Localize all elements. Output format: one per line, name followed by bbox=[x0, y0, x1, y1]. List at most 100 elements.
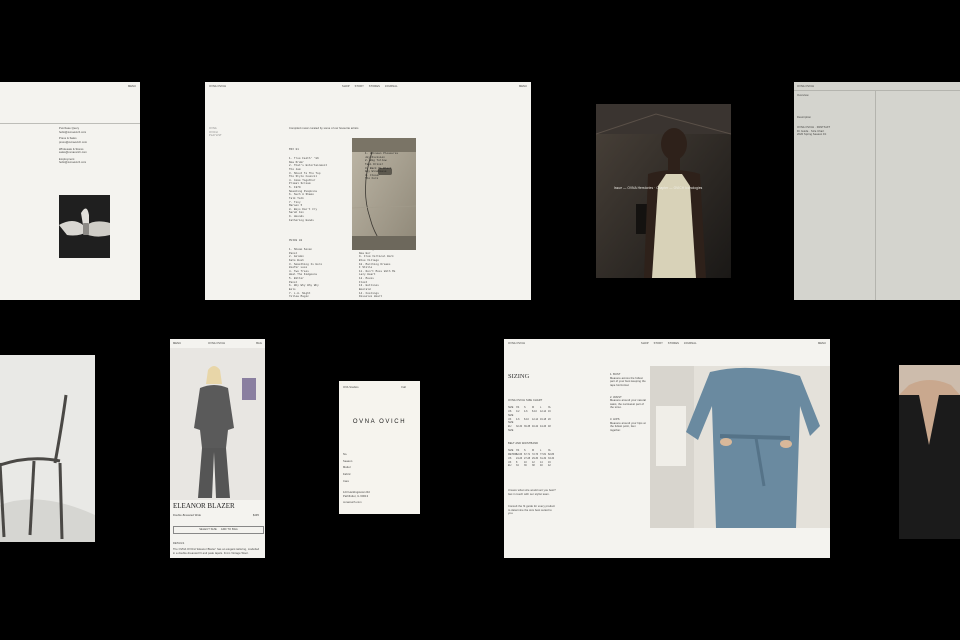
table-cell: 36-38 bbox=[524, 425, 531, 429]
nav-stores[interactable]: STORES bbox=[369, 85, 380, 88]
menu-link[interactable]: MENU bbox=[128, 85, 136, 89]
tag-top-left: OVA Studios bbox=[343, 386, 359, 389]
blue-dress-photo bbox=[650, 366, 830, 528]
table-cell: EU bbox=[508, 464, 512, 468]
table-cell: 12-14 bbox=[532, 417, 539, 421]
track[interactable]: Fathering Hands bbox=[289, 219, 349, 223]
contact-block: Purchase Query hello@ovnaovich.com bbox=[59, 127, 129, 134]
table-cell: UK SIZE bbox=[508, 417, 514, 425]
fit-note-body: Measure across the fullest part of your … bbox=[610, 376, 646, 387]
tag-top-right: Fall bbox=[401, 386, 406, 389]
panel-left-text: Overview Description bbox=[797, 94, 871, 119]
add-to-bag-button[interactable]: ADD TO BAG bbox=[221, 528, 238, 532]
table-cell: US SIZE bbox=[508, 409, 514, 417]
track-list-right: 1. Unknown Pleasures Joy Division 2. Big… bbox=[365, 152, 415, 181]
table-cell: 4-6 bbox=[516, 417, 520, 421]
product-price: $495 bbox=[252, 514, 259, 517]
table-cell: 16-18 bbox=[540, 417, 547, 421]
contact-page-card: MENU Purchase Query hello@ovnaovich.com … bbox=[0, 82, 140, 300]
tag-field-list: No. Season Model Fabric Care bbox=[343, 453, 413, 486]
nav-stores[interactable]: STORES bbox=[668, 342, 679, 345]
contact-block: Wholesale & Stores sales@ovnaovich.com bbox=[59, 148, 129, 155]
table-cell: 40-42 bbox=[532, 425, 539, 429]
track[interactable]: Yellow Magic bbox=[289, 295, 355, 299]
stylist-note: Unsure what size would suit you best? Ge… bbox=[508, 489, 556, 496]
playlist-page-card: OVNA OVICH SHOP STORY STORES JOURNAL MEN… bbox=[205, 82, 531, 300]
size-chart: SIZE XS S M L XL US SIZE 0-2 4-6 8-10 12… bbox=[508, 406, 556, 433]
table-cell: 20 bbox=[548, 417, 551, 421]
nav-story[interactable]: STORY bbox=[654, 342, 663, 345]
contact-email-link[interactable]: sales@ovnaovich.com bbox=[59, 151, 129, 155]
nav-shop[interactable]: SHOP bbox=[342, 85, 350, 88]
table-cell: 16 bbox=[548, 409, 551, 413]
contact-email-link[interactable]: hello@ovnaovich.com bbox=[59, 161, 129, 165]
panel-top-label: OVNA OVICH bbox=[797, 85, 815, 88]
fit-note-body: Measure around your hips at the fullest … bbox=[610, 421, 646, 432]
table-cell: 8-10 bbox=[524, 417, 529, 421]
nav-journal[interactable]: JOURNAL bbox=[385, 85, 398, 88]
playlist-intro: Compiled music curated by some of our fa… bbox=[289, 127, 359, 130]
blazer-model-photo bbox=[170, 348, 265, 500]
contact-block: Employment hello@ovnaovich.com bbox=[59, 158, 129, 165]
track[interactable]: The Cure bbox=[365, 177, 415, 181]
tag-field: Care bbox=[343, 479, 350, 483]
mix-heading: MIX 01 bbox=[289, 148, 299, 151]
fit-note-body: Measure around your natural waist, the n… bbox=[610, 399, 647, 410]
tag-address-line: Pathfinder, IL 60013 bbox=[343, 494, 369, 498]
table-cell: EU SIZE bbox=[508, 425, 514, 433]
side-label-line: PLAYLIST bbox=[209, 134, 222, 138]
detail-panel-card: OVNA OVICH Overview Description OVNA OVI… bbox=[794, 82, 960, 300]
nav-story[interactable]: STORY bbox=[355, 85, 364, 88]
product-description: The OVNA OVICH 'Eleanor Blazer' has an e… bbox=[173, 548, 260, 555]
size-chart-label: OVNA OVICH SIZE CHART bbox=[508, 399, 543, 402]
bag-link[interactable]: BAG bbox=[256, 342, 262, 346]
product-subtitle: Double-Breasted Wide bbox=[173, 514, 202, 517]
back-dress-photo bbox=[899, 365, 960, 539]
contact-email-link[interactable]: press@ovnaovich.com bbox=[59, 141, 129, 145]
tag-field: Fabric bbox=[343, 472, 351, 476]
divider bbox=[0, 123, 140, 124]
nav-shop[interactable]: SHOP bbox=[641, 342, 649, 345]
site-logo[interactable]: OVNA OVICH bbox=[209, 85, 226, 89]
tag-address: 123 Hardingstown Rd Pathfinder, IL 60013… bbox=[343, 491, 413, 505]
panel-text-line: Description bbox=[797, 115, 812, 119]
details-heading: DETAILS bbox=[173, 542, 185, 545]
mix-heading: OVICH 02 bbox=[289, 239, 303, 242]
divider bbox=[794, 90, 960, 91]
tag-field: Model bbox=[343, 466, 351, 470]
panel-text-line: Overview bbox=[797, 94, 809, 97]
menu-link[interactable]: MENU bbox=[818, 342, 826, 346]
site-logo[interactable]: OVNA OVICH bbox=[208, 342, 225, 346]
nav-journal[interactable]: JOURNAL bbox=[684, 342, 697, 345]
table-cell: 44-46 bbox=[540, 425, 547, 429]
belt-chart-label: BELT AND WAISTBAND bbox=[508, 442, 539, 445]
fit-notes: 1. BUST Measure across the fullest part … bbox=[610, 373, 646, 433]
table-cell: 36 bbox=[524, 464, 527, 468]
track[interactable]: Dissolve Heart bbox=[359, 295, 425, 299]
tag-logo: OVNA OVICH bbox=[352, 419, 407, 425]
product-action-bar: SELECT SIZE ADD TO BAG bbox=[173, 526, 264, 534]
table-cell: 0-2 bbox=[516, 409, 520, 413]
table-cell: 32-34 bbox=[516, 425, 523, 429]
menu-link[interactable]: MENU bbox=[519, 85, 527, 89]
table-cell: 48 bbox=[548, 425, 551, 429]
editorial-caption: Issue — OVNA Herstories · Chapter — OVIC… bbox=[614, 186, 703, 190]
table-cell: 8-10 bbox=[532, 409, 537, 413]
tag-website: ovnaovich.com bbox=[343, 501, 362, 505]
playlist-side-label: OVNA OVICH PLAYLIST bbox=[209, 127, 222, 138]
select-size-button[interactable]: SELECT SIZE bbox=[199, 528, 217, 532]
mobile-product-card: MENU OVNA OVICH BAG ELEANOR BLAZER Doubl… bbox=[170, 339, 265, 558]
table-cell: 42 bbox=[548, 464, 551, 468]
panel-text-line: 2020 Spring Season Fit bbox=[797, 133, 827, 137]
menu-link[interactable]: MENU bbox=[173, 342, 181, 346]
site-logo[interactable]: OVNA OVICH bbox=[508, 342, 525, 346]
contact-email-link[interactable]: hello@ovnaovich.com bbox=[59, 131, 129, 135]
table-cell: 12-14 bbox=[540, 409, 547, 413]
belt-chart: SIZE XS S M L XL METRIC 62-66 67-71 72-7… bbox=[508, 449, 556, 468]
table-cell: 34 bbox=[516, 464, 519, 468]
track-list-left: 1. True Faith' '86 New Order 2. That's E… bbox=[289, 157, 349, 222]
contact-block: Press & Sales press@ovnaovich.com bbox=[59, 137, 129, 144]
chair-photo bbox=[0, 355, 95, 542]
sizing-page-card: OVNA OVICH SHOP STORY STORES JOURNAL MEN… bbox=[504, 339, 830, 558]
editorial-model-photo: Issue — OVNA Herstories · Chapter — OVIC… bbox=[596, 104, 731, 278]
